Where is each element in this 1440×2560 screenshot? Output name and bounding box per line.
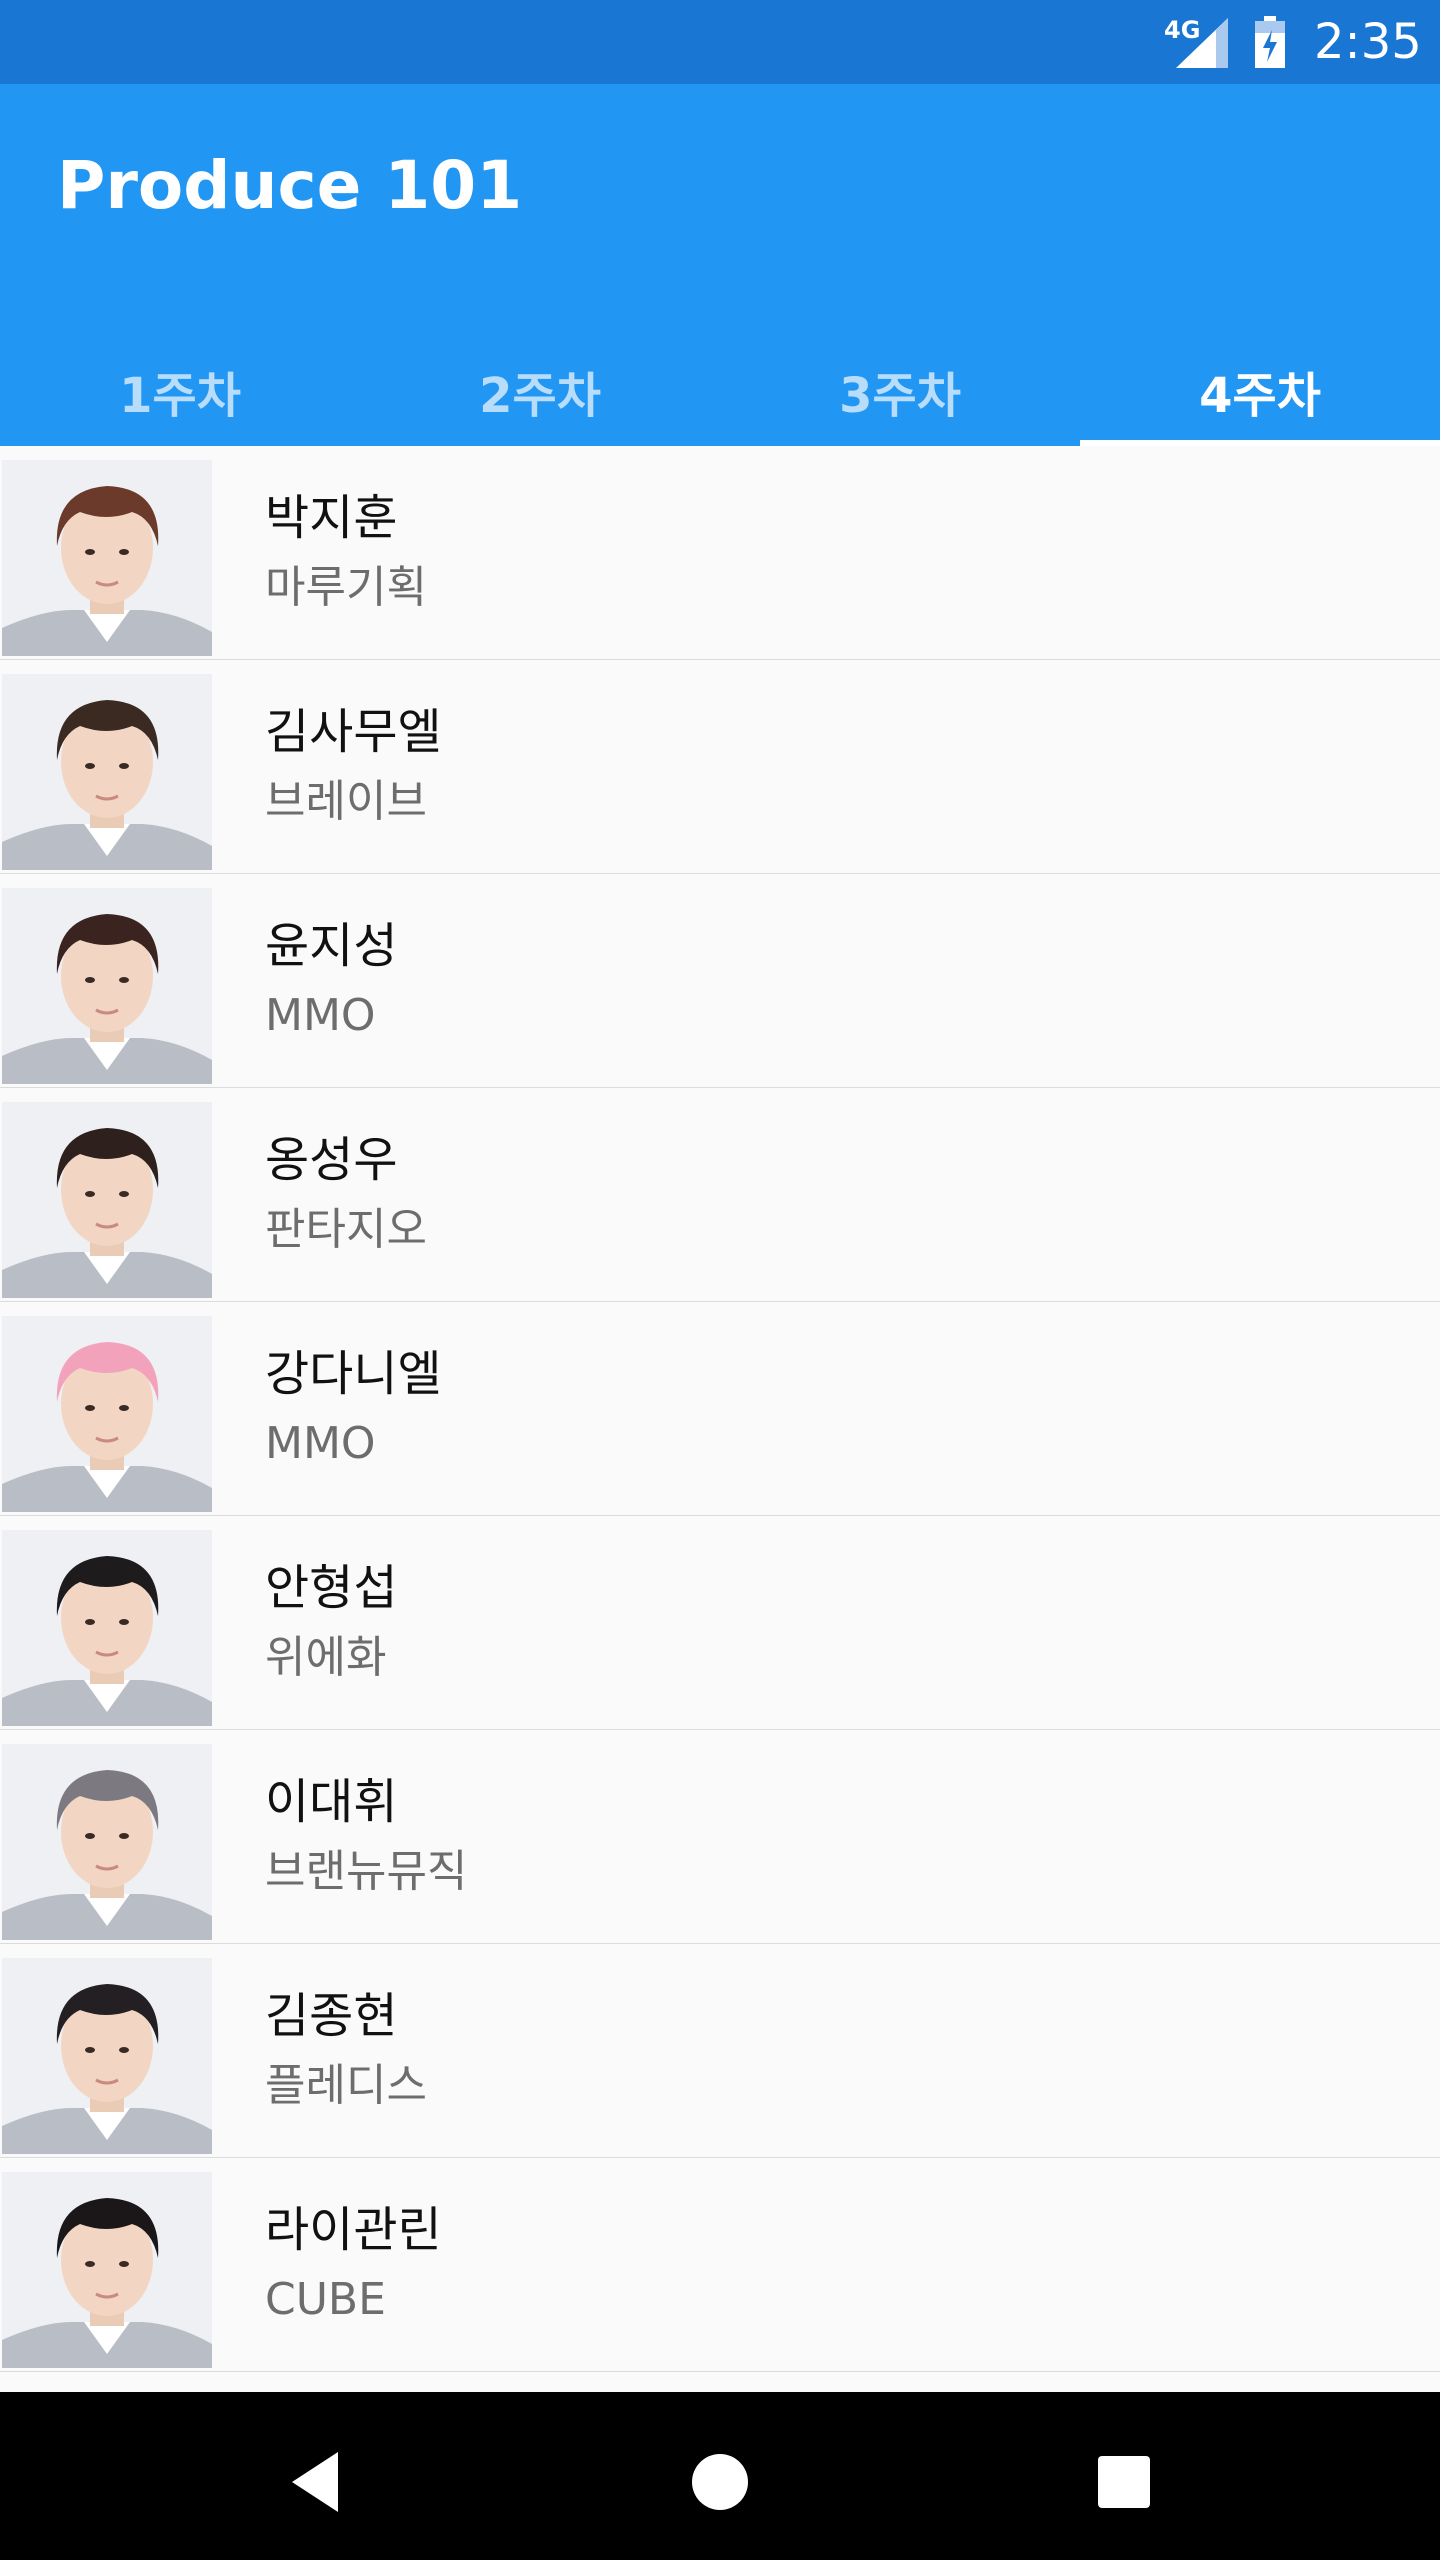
navigation-bar (0, 2392, 1440, 2560)
trainee-name: 김종현 (265, 1988, 398, 2044)
trainee-agency: 마루기획 (265, 562, 427, 613)
signal-icon (1176, 18, 1228, 72)
list-item[interactable]: 안형섭위에화 (0, 1516, 1440, 1730)
avatar (2, 1316, 212, 1512)
clock: 2:35 (1314, 14, 1422, 70)
avatar (2, 460, 212, 656)
trainee-agency: 위에화 (265, 1632, 387, 1683)
trainee-agency: 판타지오 (265, 1204, 427, 1255)
tab-week-2[interactable]: 2주차 (360, 364, 720, 446)
trainee-agency: 플레디스 (265, 2060, 427, 2111)
trainee-name: 안형섭 (265, 1560, 398, 1616)
app-bar: Produce 101 1주차 2주차 3주차 4주차 (0, 84, 1440, 446)
trainee-name: 강다니엘 (265, 1346, 442, 1402)
trainee-name: 박지훈 (265, 490, 398, 546)
tab-week-4[interactable]: 4주차 (1080, 364, 1440, 446)
status-bar: 4G 2:35 (0, 0, 1440, 84)
list-item[interactable]: 윤지성 MMO (0, 874, 1440, 1088)
trainee-agency: 브랜뉴뮤직 (265, 1846, 468, 1897)
trainee-list: 박지훈마루기획김사무엘브레이브윤지성 MMO 옹성우판타지오강다니엘 MMO 안형섭위에… (0, 446, 1440, 2372)
list-item[interactable]: 박지훈마루기획 (0, 446, 1440, 660)
avatar (2, 2172, 212, 2368)
avatar (2, 1958, 212, 2154)
back-icon[interactable] (276, 2442, 356, 2522)
trainee-name: 김사무엘 (265, 704, 442, 760)
avatar (2, 1744, 212, 1940)
app-title: Produce 101 (57, 147, 523, 224)
tab-week-3[interactable]: 3주차 (720, 364, 1080, 446)
tab-bar: 1주차 2주차 3주차 4주차 (0, 364, 1440, 446)
trainee-agency: CUBE (265, 2274, 386, 2325)
trainee-name: 윤지성 (265, 918, 398, 974)
recents-icon[interactable] (1084, 2442, 1164, 2522)
list-item[interactable]: 이대휘브랜뉴뮤직 (0, 1730, 1440, 1944)
trainee-agency: MMO (265, 1418, 376, 1469)
list-item[interactable]: 강다니엘 MMO (0, 1302, 1440, 1516)
list-item[interactable]: 김종현플레디스 (0, 1944, 1440, 2158)
battery-charging-icon (1255, 16, 1285, 72)
trainee-name: 옹성우 (265, 1132, 398, 1188)
list-item[interactable]: 라이관린 CUBE (0, 2158, 1440, 2372)
trainee-name: 이대휘 (265, 1774, 398, 1830)
home-icon[interactable] (680, 2442, 760, 2522)
trainee-agency: MMO (265, 990, 376, 1041)
trainee-name: 라이관린 (265, 2202, 442, 2258)
avatar (2, 1530, 212, 1726)
avatar (2, 888, 212, 1084)
list-item[interactable]: 옹성우판타지오 (0, 1088, 1440, 1302)
list-item[interactable]: 김사무엘브레이브 (0, 660, 1440, 874)
trainee-agency: 브레이브 (265, 776, 427, 827)
avatar (2, 1102, 212, 1298)
avatar (2, 674, 212, 870)
tab-week-1[interactable]: 1주차 (0, 364, 360, 446)
